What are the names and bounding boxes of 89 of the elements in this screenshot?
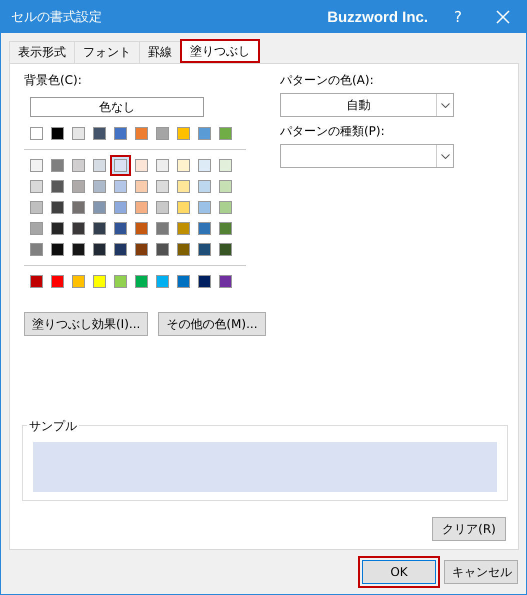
color-swatch[interactable] (93, 222, 106, 235)
color-swatch[interactable] (110, 155, 131, 176)
color-swatch[interactable] (72, 275, 85, 288)
color-swatch[interactable] (135, 201, 148, 214)
color-swatch[interactable] (72, 180, 85, 193)
dialog-button[interactable]: 塗りつぶし効果(I)... (24, 312, 148, 336)
color-swatch[interactable] (156, 180, 169, 193)
color-swatch[interactable] (156, 222, 169, 235)
tab[interactable]: 表示形式 (9, 41, 75, 63)
color-swatch[interactable] (198, 243, 211, 256)
color-swatch[interactable] (93, 243, 106, 256)
pattern-color-dropdown[interactable]: 自動 (280, 93, 454, 117)
color-swatch[interactable] (72, 159, 85, 172)
color-swatch[interactable] (219, 243, 232, 256)
color-swatch[interactable] (114, 243, 127, 256)
color-swatch[interactable] (198, 159, 211, 172)
color-swatch[interactable] (30, 243, 43, 256)
color-swatch[interactable] (219, 127, 232, 140)
color-swatch[interactable] (93, 180, 106, 193)
no-color-button[interactable]: 色なし (30, 97, 204, 117)
color-swatch[interactable] (177, 159, 190, 172)
color-swatch[interactable] (72, 127, 85, 140)
tab[interactable]: 塗りつぶし (180, 39, 260, 63)
color-swatch[interactable] (114, 201, 127, 214)
color-swatch[interactable] (135, 222, 148, 235)
color-swatch[interactable] (177, 275, 190, 288)
color-swatch[interactable] (198, 180, 211, 193)
color-swatch[interactable] (30, 275, 43, 288)
color-swatch[interactable] (156, 275, 169, 288)
color-swatch[interactable] (198, 222, 211, 235)
color-swatch[interactable] (51, 275, 64, 288)
color-swatch[interactable] (219, 201, 232, 214)
color-swatch[interactable] (114, 222, 127, 235)
color-swatch[interactable] (156, 159, 169, 172)
color-swatch[interactable] (30, 159, 43, 172)
dialog-button[interactable]: その他の色(M)... (158, 312, 266, 336)
color-swatch[interactable] (93, 201, 106, 214)
chevron-down-icon (440, 102, 450, 108)
color-swatch[interactable] (219, 159, 232, 172)
dialog-button[interactable]: キャンセル (444, 560, 518, 584)
color-swatch[interactable] (114, 127, 127, 140)
color-swatch[interactable] (72, 222, 85, 235)
color-swatch[interactable] (177, 201, 190, 214)
color-swatch[interactable] (135, 275, 148, 288)
color-swatch[interactable] (30, 222, 43, 235)
color-swatch[interactable] (177, 127, 190, 140)
color-swatch[interactable] (51, 243, 64, 256)
color-swatch[interactable] (114, 275, 127, 288)
pattern-color-label: パターンの色(A): (280, 72, 375, 89)
color-swatch[interactable] (93, 159, 106, 172)
color-swatch[interactable] (156, 243, 169, 256)
window-title: セルの書式設定 (11, 9, 103, 26)
sample-label: サンプル (27, 418, 79, 435)
color-swatch[interactable] (177, 243, 190, 256)
color-swatch[interactable] (135, 243, 148, 256)
color-swatch[interactable] (72, 201, 85, 214)
help-button[interactable]: ? (454, 8, 462, 26)
color-swatch[interactable] (93, 275, 106, 288)
color-swatch[interactable] (198, 127, 211, 140)
color-swatch[interactable] (51, 127, 64, 140)
color-swatch[interactable] (219, 275, 232, 288)
color-swatch[interactable] (219, 180, 232, 193)
color-swatch[interactable] (198, 201, 211, 214)
brand-label: Buzzword Inc. (327, 8, 428, 26)
color-swatch[interactable] (93, 127, 106, 140)
color-swatch[interactable] (30, 127, 43, 140)
color-swatch[interactable] (72, 243, 85, 256)
color-swatch[interactable] (30, 180, 43, 193)
color-swatch[interactable] (51, 201, 64, 214)
color-swatch[interactable] (51, 222, 64, 235)
color-swatch[interactable] (198, 275, 211, 288)
color-swatch[interactable] (177, 180, 190, 193)
color-swatch[interactable] (156, 201, 169, 214)
color-swatch[interactable] (135, 127, 148, 140)
color-swatch[interactable] (177, 222, 190, 235)
chevron-down-icon (440, 154, 450, 158)
color-swatch[interactable] (30, 201, 43, 214)
color-swatch[interactable] (135, 159, 148, 172)
color-swatch[interactable] (114, 180, 127, 193)
clear-button[interactable]: クリア(R) (432, 517, 506, 541)
color-swatch[interactable] (219, 222, 232, 235)
color-swatch[interactable] (51, 180, 64, 193)
color-swatch[interactable] (51, 159, 64, 172)
pattern-style-dropdown[interactable] (280, 144, 454, 168)
color-swatch[interactable] (156, 127, 169, 140)
color-swatch[interactable] (135, 180, 148, 193)
pattern-style-label: パターンの種類(P): (280, 123, 386, 140)
close-icon[interactable] (496, 10, 510, 24)
background-color-label: 背景色(C): (24, 72, 83, 89)
